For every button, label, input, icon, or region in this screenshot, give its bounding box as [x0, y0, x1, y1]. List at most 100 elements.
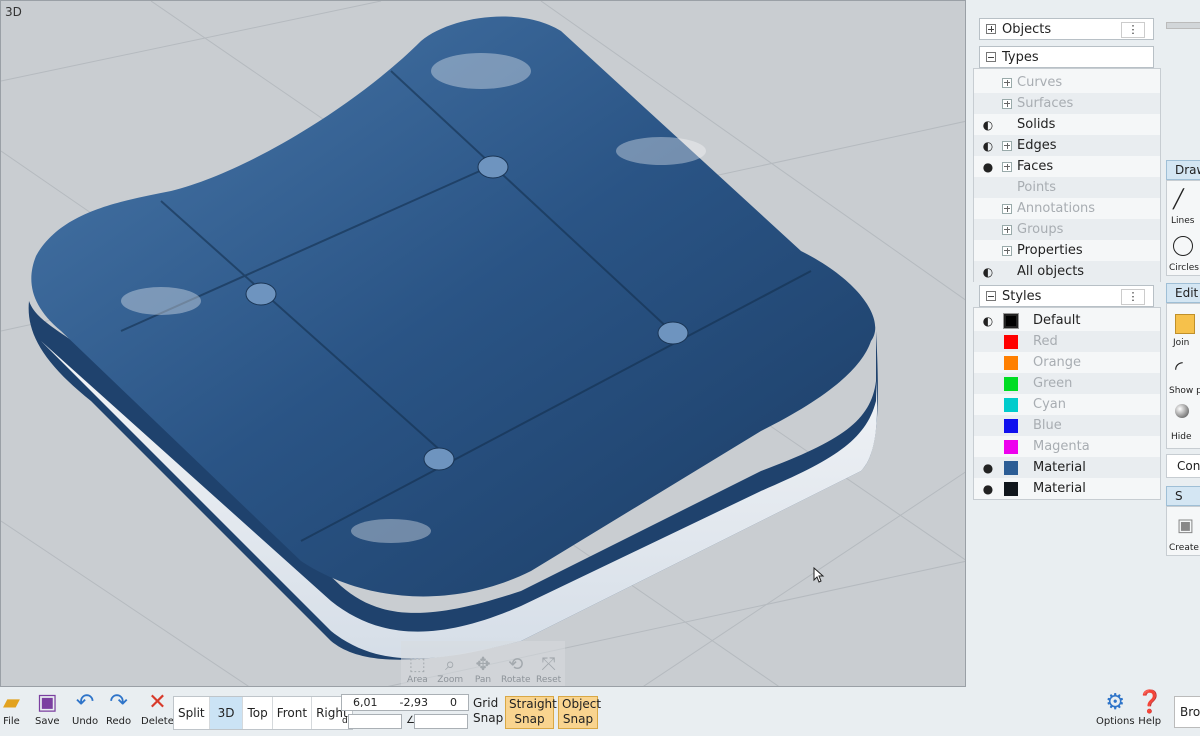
- expand-icon[interactable]: [1002, 245, 1012, 256]
- color-swatch[interactable]: [1004, 418, 1018, 433]
- create-box-icon[interactable]: ▣: [1177, 515, 1194, 536]
- style-row[interactable]: ◐ Default: [974, 310, 1160, 331]
- color-swatch[interactable]: [1004, 397, 1018, 412]
- style-row[interactable]: ● Material: [974, 478, 1160, 499]
- distance-input[interactable]: [348, 714, 402, 729]
- type-row-curves[interactable]: Curves: [974, 72, 1160, 93]
- type-row-annotations[interactable]: Annotations: [974, 198, 1160, 219]
- circle-tool-icon[interactable]: [1173, 236, 1193, 256]
- nav-rotate-button[interactable]: ⟲ Rotate: [499, 641, 532, 686]
- view-front-button[interactable]: Front: [273, 697, 313, 729]
- options-button[interactable]: ⚙ Options: [1096, 690, 1135, 727]
- view-split-button[interactable]: Split: [174, 697, 210, 729]
- angle-input[interactable]: [414, 714, 468, 729]
- join-icon[interactable]: [1175, 314, 1195, 334]
- collapse-icon[interactable]: [986, 52, 996, 62]
- visibility-eye-icon[interactable]: ◐: [974, 314, 1002, 328]
- visibility-eye-icon[interactable]: ◐: [974, 118, 1002, 132]
- delete-button[interactable]: ✕ Delete: [141, 690, 174, 727]
- grid-snap-line1: Grid: [473, 696, 499, 710]
- color-swatch[interactable]: [1004, 481, 1018, 496]
- style-row[interactable]: Red: [974, 331, 1160, 352]
- coordinate-readout[interactable]: 6,01 -2,93 0: [341, 694, 469, 711]
- grid-snap-line2: Snap: [473, 711, 504, 725]
- expand-icon[interactable]: [1002, 98, 1012, 109]
- undo-button[interactable]: ↶ Undo: [72, 690, 98, 727]
- hide-icon[interactable]: [1175, 404, 1189, 418]
- visibility-eye-icon[interactable]: ●: [974, 461, 1002, 475]
- coord-x: 6,01: [353, 696, 378, 709]
- save-icon: ▣: [36, 690, 58, 715]
- right-scroll-track[interactable]: [1166, 18, 1200, 32]
- edit-tab[interactable]: Edit: [1166, 283, 1200, 303]
- line-tool-icon[interactable]: ╱: [1173, 189, 1184, 210]
- pan-icon: ✥: [475, 654, 491, 675]
- visibility-eye-icon[interactable]: ●: [974, 482, 1002, 496]
- view-3d-button[interactable]: 3D: [209, 697, 244, 729]
- browse-button[interactable]: Bro: [1174, 696, 1200, 728]
- visibility-eye-icon[interactable]: ●: [974, 160, 1002, 174]
- color-swatch[interactable]: [1004, 376, 1018, 391]
- file-label: File: [3, 716, 20, 727]
- expand-icon[interactable]: [1002, 161, 1012, 172]
- type-row-solids[interactable]: ◐ Solids: [974, 114, 1160, 135]
- nav-area-button[interactable]: ⬚ Area: [401, 641, 434, 686]
- object-snap-toggle[interactable]: Object Snap: [558, 696, 601, 729]
- objects-menu-icon[interactable]: ⋮: [1121, 22, 1145, 38]
- styles-menu-icon[interactable]: ⋮: [1121, 289, 1145, 305]
- type-row-all-objects[interactable]: ◐ All objects: [974, 261, 1160, 282]
- style-row[interactable]: Orange: [974, 352, 1160, 373]
- straight-snap-toggle[interactable]: Straight Snap: [505, 696, 557, 729]
- view-top-button[interactable]: Top: [243, 697, 273, 729]
- 3d-viewport[interactable]: 3D ⬚ Area ⌕ Zoom ✥ Pan ⟲ Rotate ⤧ Reset: [0, 0, 966, 687]
- type-row-surfaces[interactable]: Surfaces: [974, 93, 1160, 114]
- nav-zoom-button[interactable]: ⌕ Zoom: [434, 641, 467, 686]
- type-row-faces[interactable]: ● Faces: [974, 156, 1160, 177]
- styles-panel-header[interactable]: Styles ⋮: [979, 285, 1154, 307]
- expand-icon[interactable]: [1002, 77, 1012, 88]
- objects-panel-header[interactable]: Objects ⋮: [979, 18, 1154, 40]
- visibility-eye-icon[interactable]: ◐: [974, 265, 1002, 279]
- color-swatch[interactable]: [1004, 460, 1018, 475]
- expand-icon[interactable]: [1002, 203, 1012, 214]
- style-row[interactable]: ● Material: [974, 457, 1160, 478]
- color-swatch[interactable]: [1004, 313, 1018, 328]
- hide-label: Hide: [1171, 432, 1192, 442]
- file-button[interactable]: ▰ File: [3, 690, 20, 727]
- s-tab[interactable]: S: [1166, 486, 1200, 506]
- show-points-icon[interactable]: ◜: [1175, 356, 1183, 380]
- type-row-properties[interactable]: Properties: [974, 240, 1160, 261]
- con-dropdown[interactable]: Con: [1166, 454, 1200, 478]
- type-row-points[interactable]: Points: [974, 177, 1160, 198]
- cushion-model[interactable]: [28, 16, 878, 660]
- expand-icon[interactable]: [1002, 224, 1012, 235]
- type-row-edges[interactable]: ◐ Edges: [974, 135, 1160, 156]
- expand-icon[interactable]: [986, 24, 996, 34]
- grid-snap-toggle[interactable]: Grid Snap: [473, 696, 503, 726]
- type-row-groups[interactable]: Groups: [974, 219, 1160, 240]
- expand-icon[interactable]: [1002, 140, 1012, 151]
- draw-tools-panel: ╱ Lines Circles: [1166, 180, 1200, 276]
- distance-label: d: [342, 716, 348, 726]
- redo-button[interactable]: ↷ Redo: [106, 690, 131, 727]
- draw-tab[interactable]: Draw: [1166, 160, 1200, 180]
- nav-pan-button[interactable]: ✥ Pan: [467, 641, 500, 686]
- nav-area-label: Area: [407, 675, 428, 685]
- visibility-eye-icon[interactable]: ◐: [974, 139, 1002, 153]
- color-swatch[interactable]: [1004, 355, 1018, 370]
- help-button[interactable]: ❓ Help: [1136, 690, 1163, 727]
- nav-reset-button[interactable]: ⤧ Reset: [532, 641, 565, 686]
- color-swatch[interactable]: [1004, 439, 1018, 454]
- type-label: All objects: [1017, 264, 1085, 279]
- color-swatch[interactable]: [1004, 334, 1018, 349]
- collapse-icon[interactable]: [986, 291, 996, 301]
- style-row[interactable]: Blue: [974, 415, 1160, 436]
- save-button[interactable]: ▣ Save: [35, 690, 60, 727]
- rotate-icon: ⟲: [508, 654, 524, 675]
- style-label: Green: [1033, 376, 1073, 391]
- nav-zoom-label: Zoom: [437, 675, 464, 685]
- types-panel-header[interactable]: Types: [979, 46, 1154, 68]
- style-row[interactable]: Green: [974, 373, 1160, 394]
- style-row[interactable]: Cyan: [974, 394, 1160, 415]
- style-row[interactable]: Magenta: [974, 436, 1160, 457]
